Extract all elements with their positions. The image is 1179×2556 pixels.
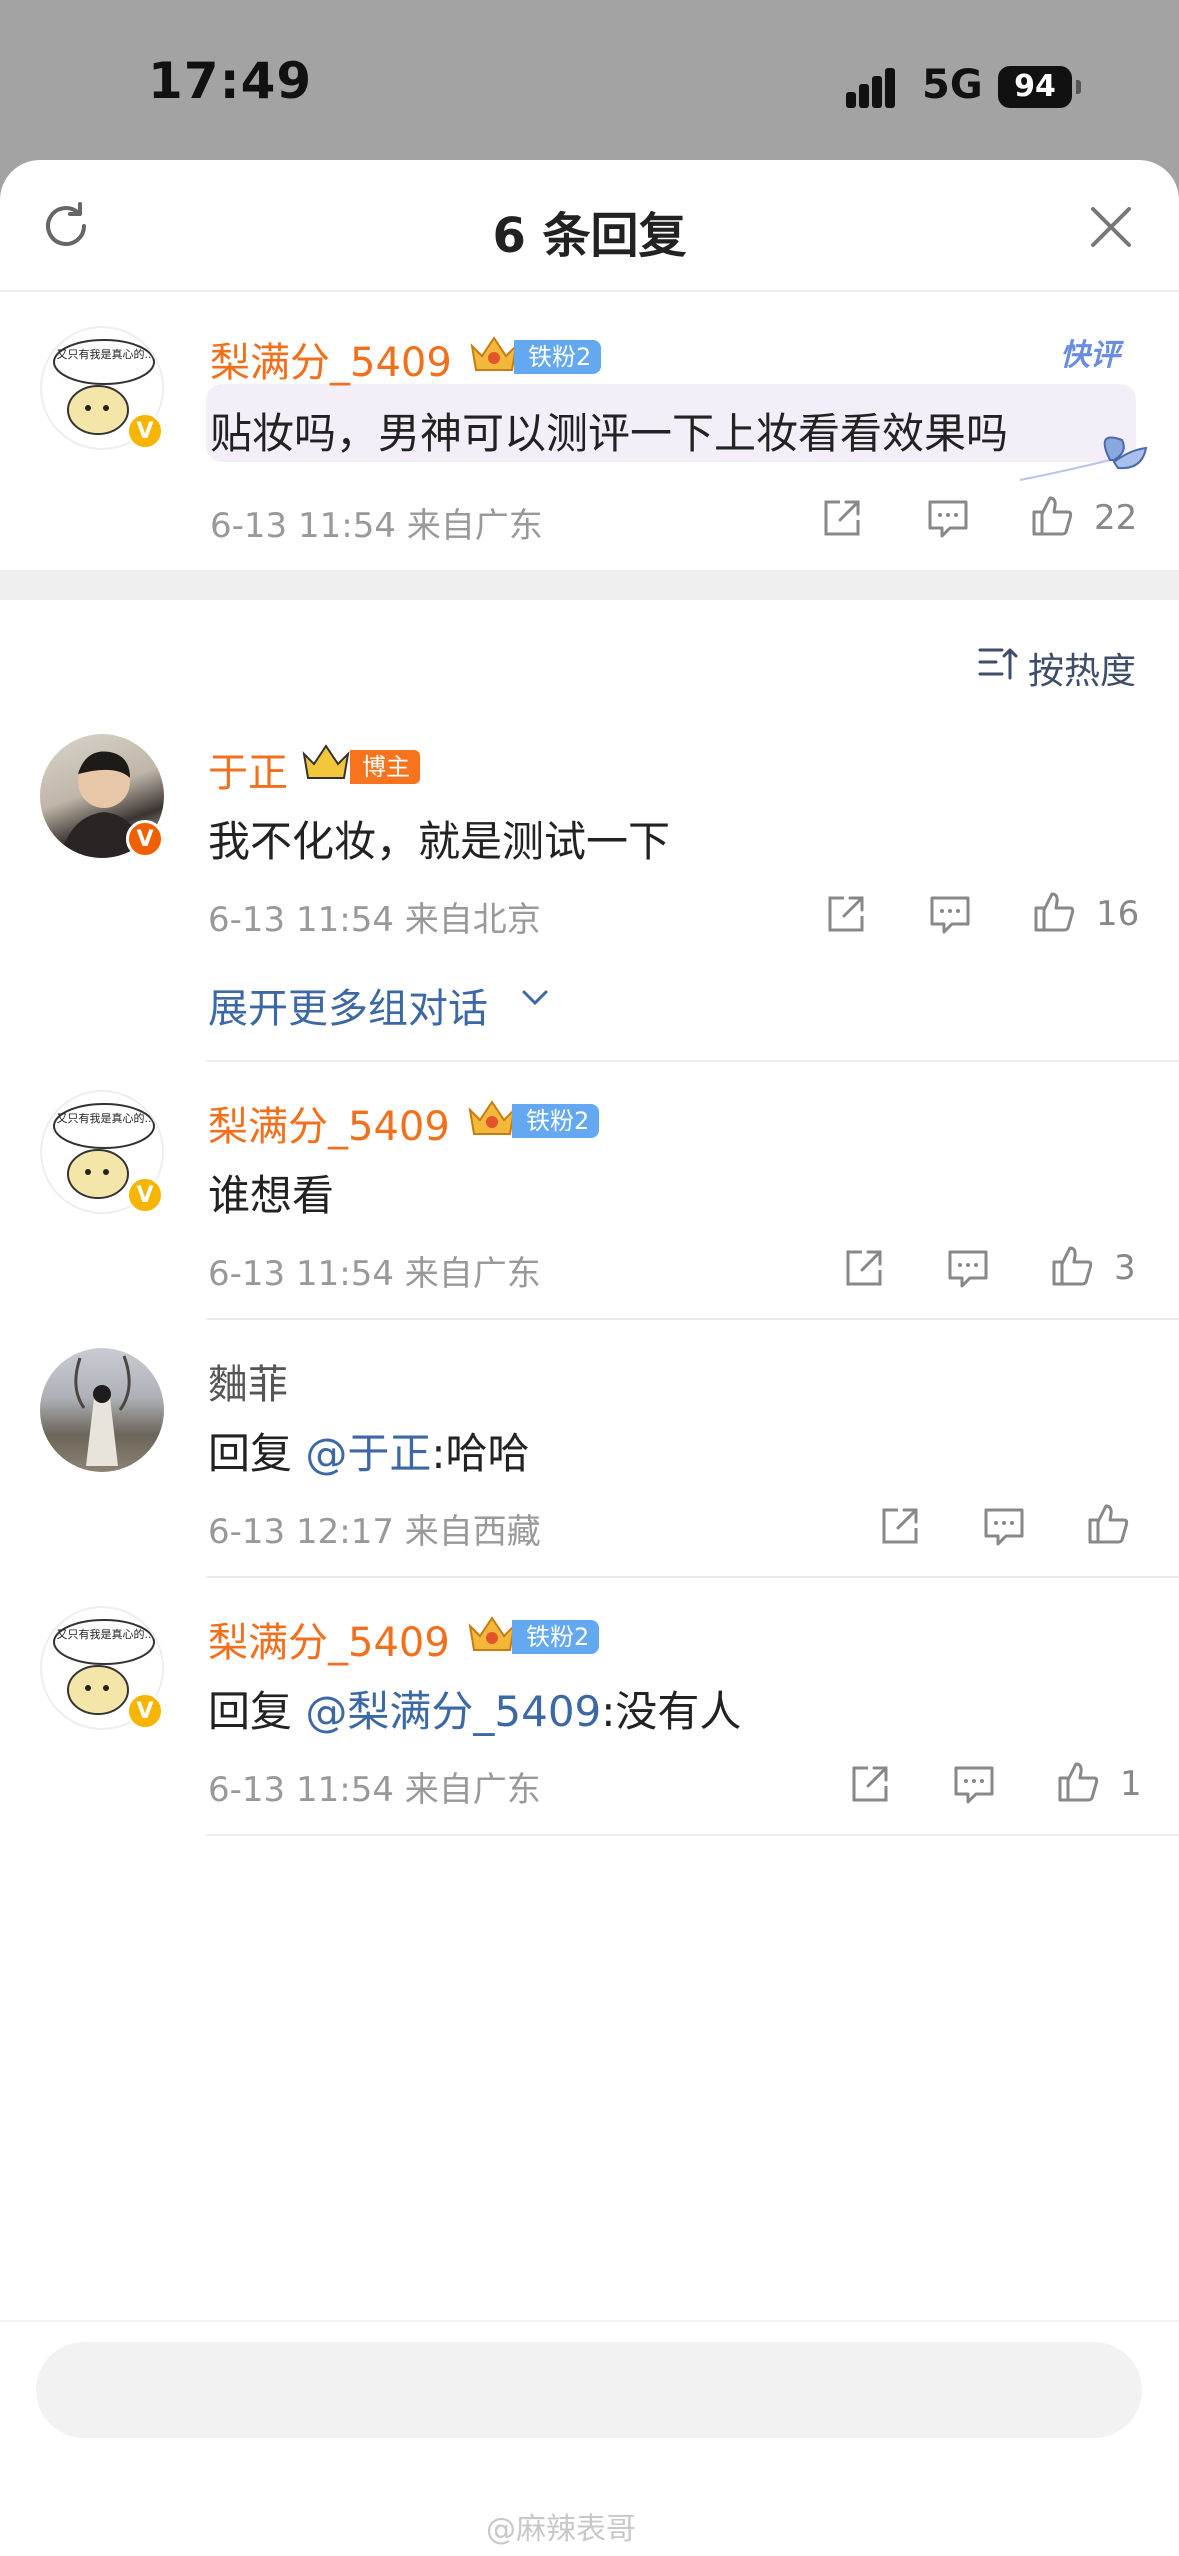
sort-icon <box>978 648 1018 680</box>
avatar-host[interactable]: V <box>40 734 164 858</box>
watermark: @麻辣表哥 <box>486 2512 636 2547</box>
host-badge: 博主 <box>350 750 420 784</box>
verified-badge-icon: V <box>126 820 164 858</box>
reply-text: 回复 @于正:哈哈 <box>208 1429 530 1478</box>
like-count: 1 <box>1120 1764 1142 1804</box>
avatar-replier[interactable]: 又只有我是真心的.. V <box>40 1606 164 1730</box>
like-icon[interactable] <box>1086 1502 1130 1546</box>
share-icon[interactable] <box>878 1504 922 1548</box>
svg-text:又只有我是真心的..: 又只有我是真心的.. <box>57 1627 152 1641</box>
divider <box>206 1318 1179 1320</box>
like-icon[interactable] <box>1030 494 1074 538</box>
reply-input[interactable] <box>36 2342 1142 2438</box>
fan-badge: 铁粉2 <box>514 340 602 374</box>
main-comment-text: 贴妆吗，男神可以测评一下上妆看看效果吗 <box>210 409 1009 458</box>
like-icon[interactable] <box>1056 1760 1100 1804</box>
status-time: 17:49 <box>148 52 313 110</box>
fan-badge: 铁粉2 <box>512 1620 600 1654</box>
divider <box>206 1576 1179 1578</box>
comment-icon[interactable] <box>982 1504 1026 1548</box>
signal-icon <box>846 68 906 108</box>
share-icon[interactable] <box>848 1762 892 1806</box>
comment-icon[interactable] <box>952 1762 996 1806</box>
like-icon[interactable] <box>1050 1244 1094 1288</box>
avatar-main-commenter[interactable]: 又只有我是真心的.. V <box>40 326 164 450</box>
mention-link[interactable]: @于正 <box>305 1429 431 1478</box>
verified-badge-icon: V <box>126 1176 164 1214</box>
reply-text: 谁想看 <box>208 1171 335 1220</box>
divider <box>206 1834 1179 1836</box>
replier-name[interactable]: 梨满分_5409 <box>208 1094 450 1152</box>
reply-meta: 6-13 11:54 来自广东 <box>208 1254 541 1294</box>
host-name[interactable]: 于正 <box>208 740 288 798</box>
like-count: 16 <box>1096 894 1140 934</box>
quick-review-label: 快评 <box>1060 338 1120 373</box>
main-comment-meta: 6-13 11:54 来自广东 <box>210 506 543 546</box>
status-bar: 17:49 5G 94 <box>0 0 1179 160</box>
share-icon[interactable] <box>842 1246 886 1290</box>
share-icon[interactable] <box>820 496 864 540</box>
share-icon[interactable] <box>824 892 868 936</box>
close-icon[interactable] <box>1088 204 1134 250</box>
mention-link[interactable]: @梨满分_5409 <box>305 1687 601 1736</box>
reply-text: 我不化妆，就是测试一下 <box>208 817 671 866</box>
crown-icon <box>302 744 350 779</box>
verified-badge-icon: V <box>126 412 164 450</box>
comment-icon[interactable] <box>946 1246 990 1290</box>
replier-name[interactable]: 梨满分_5409 <box>208 1610 450 1668</box>
expand-more-conversations-link[interactable]: 展开更多组对话 <box>208 976 488 1034</box>
fan-badge: 铁粉2 <box>512 1104 600 1138</box>
reply-meta: 6-13 11:54 来自广东 <box>208 1770 541 1810</box>
avatar-replier[interactable] <box>40 1348 164 1472</box>
like-count: 22 <box>1094 498 1138 538</box>
battery-nub <box>1076 80 1081 94</box>
svg-text:又只有我是真心的..: 又只有我是真心的.. <box>57 1111 152 1125</box>
divider <box>206 1060 1179 1062</box>
replies-sheet: 6 条回复 <box>0 160 1179 2556</box>
replier-name[interactable]: 麯菲 <box>208 1352 288 1410</box>
crown-icon <box>470 336 518 371</box>
like-count: 3 <box>1114 1248 1136 1288</box>
sheet-header: 6 条回复 <box>0 160 1179 292</box>
photo-avatar-icon <box>74 1355 131 1466</box>
reply-text: 回复 @梨满分_5409:没有人 <box>208 1687 742 1736</box>
chevron-down-icon <box>522 990 548 1006</box>
main-commenter-name[interactable]: 梨满分_5409 <box>210 330 452 388</box>
reply-meta: 6-13 11:54 来自北京 <box>208 900 541 940</box>
sheet-title: 6 条回复 <box>492 208 687 264</box>
crown-icon <box>468 1616 516 1651</box>
sort-label: 按热度 <box>1028 651 1137 692</box>
like-icon[interactable] <box>1032 890 1076 934</box>
butterfly-icon <box>1019 436 1148 481</box>
verified-badge-icon: V <box>126 1692 164 1730</box>
reply-meta: 6-13 12:17 来自西藏 <box>208 1512 541 1552</box>
battery-icon: 94 <box>998 66 1072 108</box>
svg-text:又只有我是真心的..: 又只有我是真心的.. <box>57 347 152 361</box>
network-type: 5G <box>922 62 983 108</box>
crown-icon <box>468 1100 516 1135</box>
avatar-replier[interactable]: 又只有我是真心的.. V <box>40 1090 164 1214</box>
comment-icon[interactable] <box>928 892 972 936</box>
section-divider <box>0 570 1179 600</box>
comment-icon[interactable] <box>926 496 970 540</box>
